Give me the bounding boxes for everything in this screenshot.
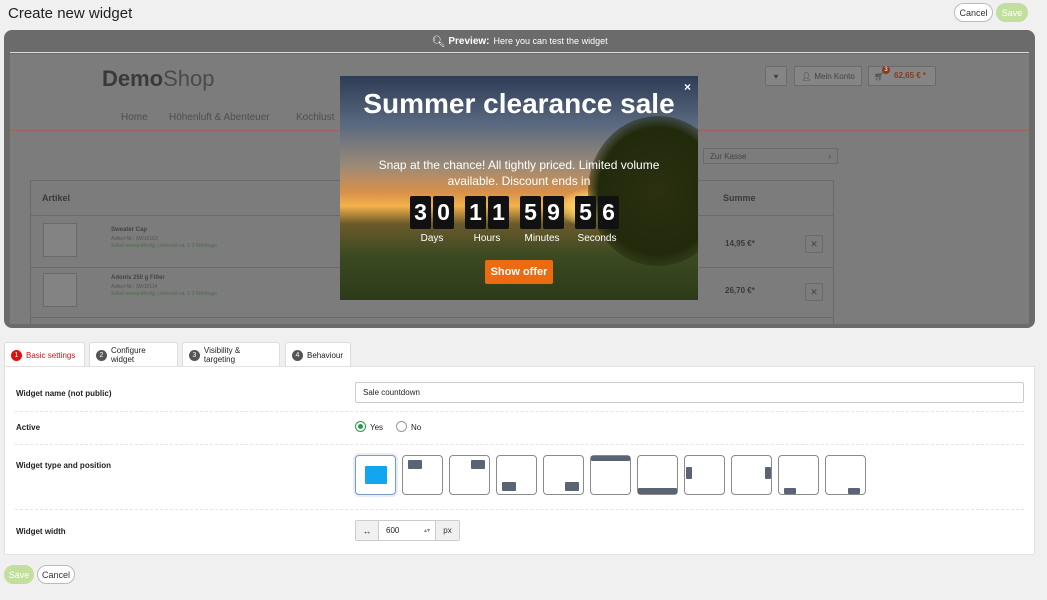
widget-type-bottom-right[interactable]: [543, 455, 584, 495]
tab-visibility-targeting[interactable]: 3 Visibility & targeting: [182, 342, 280, 367]
spinner-icon[interactable]: ▴▾: [424, 527, 430, 534]
shop-preview: DemoShop Home Höhenluft & Abenteuer Koch…: [10, 54, 1029, 324]
shop-nav-cooking[interactable]: Kochlust: [296, 112, 334, 123]
settings-panel: Widget name (not public) Sale countdown …: [4, 366, 1035, 555]
active-yes-radio[interactable]: [355, 421, 366, 432]
tab-number: 3: [189, 349, 200, 361]
widget-width-input[interactable]: 600 ▴▾: [379, 521, 436, 540]
widget-name-label: Widget name (not public): [16, 389, 112, 398]
countdown-digit: 9: [543, 196, 564, 229]
product-thumbnail: [43, 273, 77, 307]
cancel-button-bottom[interactable]: Cancel: [37, 565, 75, 584]
countdown-digit: 1: [465, 196, 486, 229]
show-offer-button[interactable]: Show offer: [485, 260, 553, 284]
user-icon: 👤︎: [801, 71, 812, 81]
countdown-digit: 3: [410, 196, 431, 229]
tab-number: 1: [11, 349, 22, 361]
page-title: Create new widget: [8, 5, 133, 22]
active-yes-label: Yes: [370, 423, 384, 432]
active-label: Active: [16, 423, 41, 432]
tab-number: 2: [96, 349, 107, 361]
item-shipping: Sofort versandfertig, Lieferzeit ca. 1-3…: [111, 243, 218, 249]
countdown-label: Hours: [473, 233, 501, 244]
shop-nav-home[interactable]: Home: [121, 112, 148, 123]
widget-width-label: Widget width: [16, 527, 66, 536]
countdown-digit: 5: [575, 196, 596, 229]
widget-name-input[interactable]: Sale countdown: [355, 382, 1024, 403]
countdown-seconds: 56 Seconds: [573, 196, 621, 248]
product-thumbnail: [43, 223, 77, 257]
save-button-bottom[interactable]: Save: [4, 565, 34, 584]
widget-type-right-side[interactable]: [731, 455, 772, 495]
remove-item-button[interactable]: ✕: [805, 235, 823, 253]
widget-type-label: Widget type and position: [16, 461, 112, 470]
item-name: Adonis 250 g Filter: [111, 275, 165, 281]
item-sku: Artikel-Nr.: SW10114: [111, 284, 158, 290]
countdown-label: Minutes: [524, 233, 560, 244]
heart-icon: ♥: [773, 71, 779, 81]
widget-type-bottom-left[interactable]: [496, 455, 537, 495]
widget-type-top-bar[interactable]: [590, 455, 631, 495]
item-name: Sweater Cap: [111, 227, 148, 233]
tab-label: Behaviour: [307, 350, 344, 360]
widget-type-top-left[interactable]: [402, 455, 443, 495]
preview-heading: Preview:: [448, 35, 490, 47]
cancel-button-top[interactable]: Cancel: [954, 3, 993, 22]
col-sum: Summe: [723, 193, 756, 203]
countdown-digit: 6: [598, 196, 619, 229]
countdown-digit: 5: [520, 196, 541, 229]
widget-width-field: ↔ 600 ▴▾ px: [355, 520, 460, 541]
item-sku: Artikel-Nr.: SW10153: [111, 236, 158, 242]
col-article: Artikel: [42, 193, 71, 203]
shop-logo: DemoShop: [102, 66, 215, 91]
save-button-top[interactable]: Save: [996, 3, 1028, 22]
widget-type-bottom-left-small[interactable]: [778, 455, 819, 495]
close-icon: ✕: [810, 238, 818, 249]
widget-type-center[interactable]: [355, 455, 396, 495]
chevron-right-icon: ›: [828, 151, 831, 161]
item-shipping: Sofort versandfertig, Lieferzeit ca. 1-3…: [111, 291, 218, 297]
divider: [10, 52, 1029, 53]
widget-type-top-right[interactable]: [449, 455, 490, 495]
tab-behaviour[interactable]: 4 Behaviour: [285, 342, 351, 367]
remove-item-button[interactable]: ✕: [805, 283, 823, 301]
tab-label: Visibility & targeting: [203, 346, 241, 364]
active-no-radio[interactable]: [396, 421, 407, 432]
countdown-digit: 0: [433, 196, 454, 229]
item-sum: 14,95 €*: [725, 239, 755, 248]
shop-nav-adventure[interactable]: Höhenluft & Abenteuer: [169, 112, 270, 123]
preview-header: 🔍︎ Preview: Here you can test the widget: [4, 30, 1035, 52]
item-sum: 26,70 €*: [725, 286, 755, 295]
resize-horizontal-icon: ↔: [356, 521, 379, 540]
wishlist-button[interactable]: ♥: [765, 66, 787, 86]
close-icon: ✕: [810, 286, 818, 297]
account-button[interactable]: 👤︎ Mein Konto: [794, 66, 862, 86]
popup-text: Snap at the chance! All tightly priced. …: [378, 158, 660, 188]
widget-type-left-side[interactable]: [684, 455, 725, 495]
widget-popup: × Summer clearance sale Snap at the chan…: [340, 76, 698, 300]
countdown-label: Seconds: [577, 233, 617, 244]
tab-number: 4: [292, 349, 303, 361]
countdown-minutes: 59 Minutes: [518, 196, 566, 248]
countdown-days: 30 Days: [408, 196, 456, 248]
countdown-digit: 1: [488, 196, 509, 229]
countdown: 30 Days 11 Hours 59 Minutes 56 Seconds: [408, 196, 624, 248]
widget-type-bottom-bar[interactable]: [637, 455, 678, 495]
search-icon: 🔍︎: [431, 35, 446, 48]
tab-basic-settings[interactable]: 1 Basic settings: [4, 342, 85, 367]
tab-label: Configure widget: [111, 346, 146, 364]
cart-count-badge: 3: [882, 66, 890, 74]
active-no-label: No: [411, 423, 422, 432]
cart-total: 62,65 € *: [894, 71, 927, 80]
tab-label: Basic settings: [26, 350, 76, 360]
countdown-label: Days: [420, 233, 444, 244]
checkout-button[interactable]: Zur Kasse ›: [703, 148, 838, 164]
widget-type-bottom-right-small[interactable]: [825, 455, 866, 495]
countdown-hours: 11 Hours: [463, 196, 511, 248]
popup-title: Summer clearance sale: [363, 88, 675, 119]
preview-subheading: Here you can test the widget: [493, 36, 608, 46]
tab-configure-widget[interactable]: 2 Configure widget: [89, 342, 178, 367]
width-unit: px: [436, 521, 459, 540]
preview-frame: 🔍︎ Preview: Here you can test the widget…: [4, 30, 1035, 328]
